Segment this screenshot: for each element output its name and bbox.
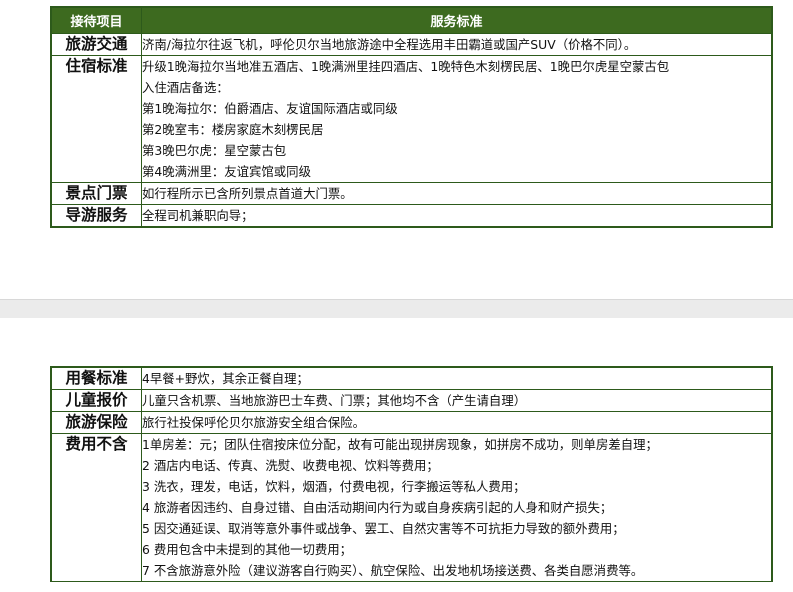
table-row: 住宿标准 升级1晚海拉尔当地准五酒店、1晚满洲里挂四酒店、1晚特色木刻楞民居、1…	[50, 55, 773, 183]
page-divider	[0, 299, 793, 300]
row-label: 用餐标准	[50, 366, 142, 390]
row-label: 旅游保险	[50, 411, 142, 434]
table-row: 景点门票 如行程所示已含所列景点首道大门票。	[50, 182, 773, 205]
row-label: 住宿标准	[50, 55, 142, 183]
document-page-bottom: 用餐标准 4早餐+野炊，其余正餐自理； 儿童报价 儿童只含机票、当地旅游巴士车费…	[0, 318, 793, 592]
document-page-top: 接待项目 服务标准 旅游交通 济南/海拉尔往返飞机，呼伦贝尔当地旅游途中全程选用…	[0, 0, 793, 299]
content-line: 4 旅游者因违约、自身过错、自由活动期间内行为或自身疾病引起的人身和财产损失；	[142, 500, 613, 515]
content-line: 2 酒店内电话、传真、洗熨、收费电视、饮料等费用；	[142, 458, 439, 473]
table-row: 旅游交通 济南/海拉尔往返飞机，呼伦贝尔当地旅游途中全程选用丰田霸道或国产SUV…	[50, 33, 773, 56]
content-line: 第1晚海拉尔：伯爵酒店、友谊国际酒店或同级	[142, 101, 398, 116]
table-row: 儿童报价 儿童只含机票、当地旅游巴士车费、门票；其他均不含（产生请自理）	[50, 389, 773, 412]
content-line: 6 费用包含中未提到的其他一切费用；	[142, 542, 353, 557]
content-line: 3 洗衣，理发，电话，饮料，烟酒，付费电视，行李搬运等私人费用；	[142, 479, 526, 494]
content-line: 儿童只含机票、当地旅游巴士车费、门票；其他均不含（产生请自理）	[142, 393, 527, 408]
row-content: 如行程所示已含所列景点首道大门票。	[141, 182, 773, 205]
content-line: 旅行社投保呼伦贝尔旅游安全组合保险。	[142, 415, 366, 430]
content-line: 全程司机兼职向导；	[142, 208, 254, 223]
row-label: 景点门票	[50, 182, 142, 205]
table-row: 费用不含 1单房差：元；团队住宿按床位分配，故有可能出现拼房现象，如拼房不成功，…	[50, 433, 773, 582]
row-content: 儿童只含机票、当地旅游巴士车费、门票；其他均不含（产生请自理）	[141, 389, 773, 412]
header-item: 接待项目	[50, 6, 142, 34]
row-content: 全程司机兼职向导；	[141, 204, 773, 228]
service-table-top: 接待项目 服务标准 旅游交通 济南/海拉尔往返飞机，呼伦贝尔当地旅游途中全程选用…	[50, 6, 773, 228]
row-label: 儿童报价	[50, 389, 142, 412]
row-label: 旅游交通	[50, 33, 142, 56]
content-line: 如行程所示已含所列景点首道大门票。	[142, 186, 353, 201]
content-line: 第3晚巴尔虎：星空蒙古包	[142, 143, 287, 158]
row-content: 4早餐+野炊，其余正餐自理；	[141, 366, 773, 390]
table-row: 旅游保险 旅行社投保呼伦贝尔旅游安全组合保险。	[50, 411, 773, 434]
table-row: 导游服务 全程司机兼职向导；	[50, 204, 773, 228]
table-row: 用餐标准 4早餐+野炊，其余正餐自理；	[50, 366, 773, 390]
row-content: 旅行社投保呼伦贝尔旅游安全组合保险。	[141, 411, 773, 434]
header-standard: 服务标准	[141, 6, 773, 34]
content-line: 7 不含旅游意外险（建议游客自行购买）、航空保险、出发地机场接送费、各类自愿消费…	[142, 563, 644, 578]
content-line: 4早餐+野炊，其余正餐自理；	[142, 371, 309, 386]
content-line: 升级1晚海拉尔当地准五酒店、1晚满洲里挂四酒店、1晚特色木刻楞民居、1晚巴尔虎星…	[142, 59, 670, 74]
content-line: 5 因交通延误、取消等意外事件或战争、罢工、自然灾害等不可抗拒力导致的额外费用；	[142, 521, 625, 536]
content-line: 第4晚满洲里：友谊宾馆或同级	[142, 164, 311, 179]
service-table-bottom: 用餐标准 4早餐+野炊，其余正餐自理； 儿童报价 儿童只含机票、当地旅游巴士车费…	[50, 366, 773, 582]
row-content: 济南/海拉尔往返飞机，呼伦贝尔当地旅游途中全程选用丰田霸道或国产SUV（价格不同…	[141, 33, 773, 56]
content-line: 第2晚室韦：楼房家庭木刻楞民居	[142, 122, 324, 137]
row-label: 费用不含	[50, 433, 142, 582]
table-header-row: 接待项目 服务标准	[50, 6, 773, 34]
row-content: 1单房差：元；团队住宿按床位分配，故有可能出现拼房现象，如拼房不成功，则单房差自…	[141, 433, 773, 582]
row-content: 升级1晚海拉尔当地准五酒店、1晚满洲里挂四酒店、1晚特色木刻楞民居、1晚巴尔虎星…	[141, 55, 773, 183]
content-line: 1单房差：元；团队住宿按床位分配，故有可能出现拼房现象，如拼房不成功，则单房差自…	[142, 437, 658, 452]
row-label: 导游服务	[50, 204, 142, 228]
content-line: 入住酒店备选：	[142, 80, 229, 95]
content-line: 济南/海拉尔往返飞机，呼伦贝尔当地旅游途中全程选用丰田霸道或国产SUV（价格不同…	[142, 37, 637, 52]
